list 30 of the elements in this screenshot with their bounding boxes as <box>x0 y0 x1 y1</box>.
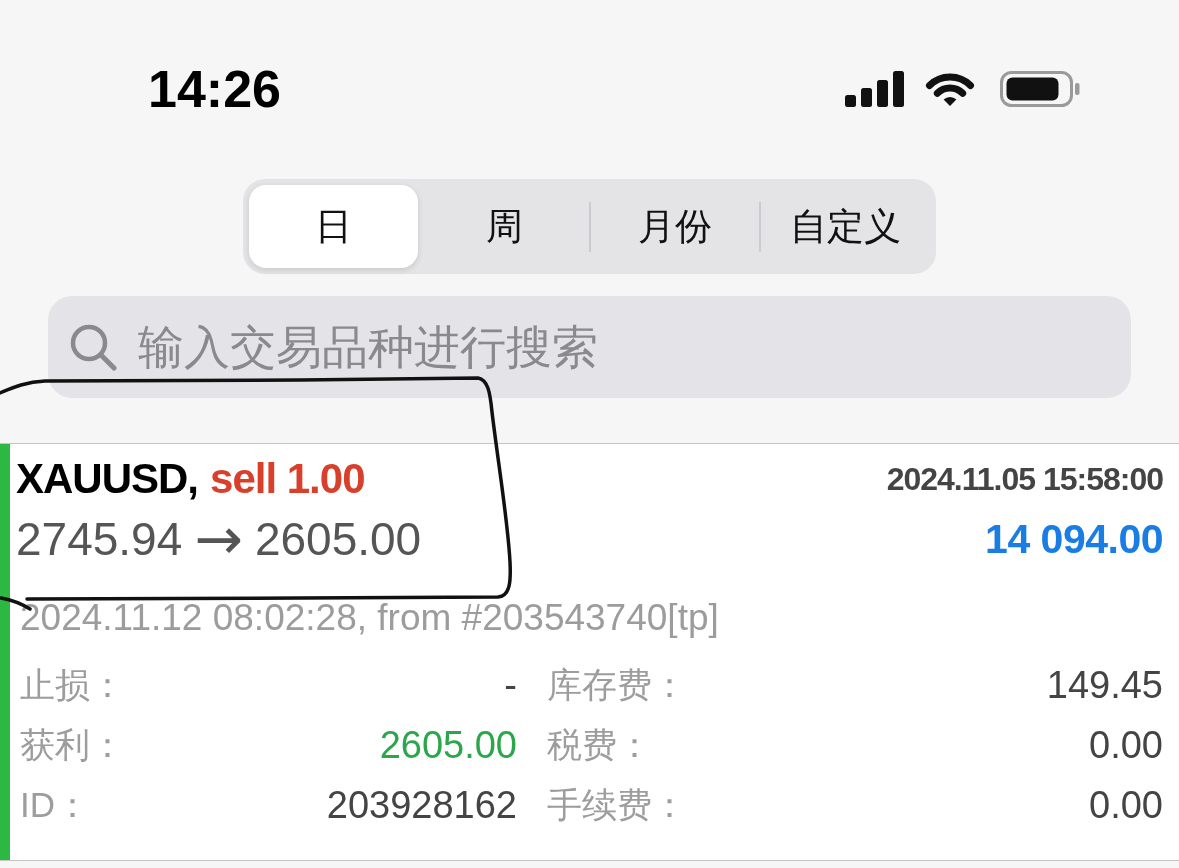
detail-label: 税费： <box>547 724 652 766</box>
symbol-text: XAUUSD, <box>16 454 199 504</box>
detail-label: 获利： <box>20 724 125 766</box>
period-tab[interactable]: 周 <box>419 185 589 268</box>
detail-value: 149.45 <box>1045 663 1163 707</box>
detail-value: - <box>503 663 517 707</box>
detail-label: 库存费： <box>547 664 687 706</box>
period-tab[interactable]: 月份 <box>590 185 760 268</box>
search-field[interactable]: 输入交易品种进行搜索 <box>48 296 1131 398</box>
close-info-text: 2024.11.12 08:02:28, from #203543740[tp] <box>20 596 719 640</box>
detail-label: 止损： <box>20 664 125 706</box>
detail-label: ID： <box>20 784 90 826</box>
period-tab[interactable]: 日 <box>249 185 418 268</box>
detail-value: 2605.00 <box>378 723 517 767</box>
order-type-text: sell 1.00 <box>210 454 365 504</box>
detail-value: 203928162 <box>325 783 517 827</box>
detail-value: 0.00 <box>1088 723 1163 767</box>
arrow-icon: → <box>194 511 243 567</box>
detail-value: 0.00 <box>1088 783 1163 827</box>
signal-bars-icon <box>845 71 905 107</box>
close-price-text: 2605.00 <box>254 512 422 567</box>
period-tab[interactable]: 自定义 <box>761 185 930 268</box>
open-time-text: 2024.11.05 15:58:00 <box>886 460 1163 499</box>
wifi-icon <box>925 71 975 107</box>
status-time: 14:26 <box>148 62 281 116</box>
open-price-text: 2745.94 <box>16 512 183 567</box>
detail-label: 手续费： <box>547 784 687 826</box>
battery-icon <box>1000 71 1080 107</box>
search-icon <box>70 324 117 371</box>
profit-amount: 14 094.00 <box>985 515 1163 564</box>
